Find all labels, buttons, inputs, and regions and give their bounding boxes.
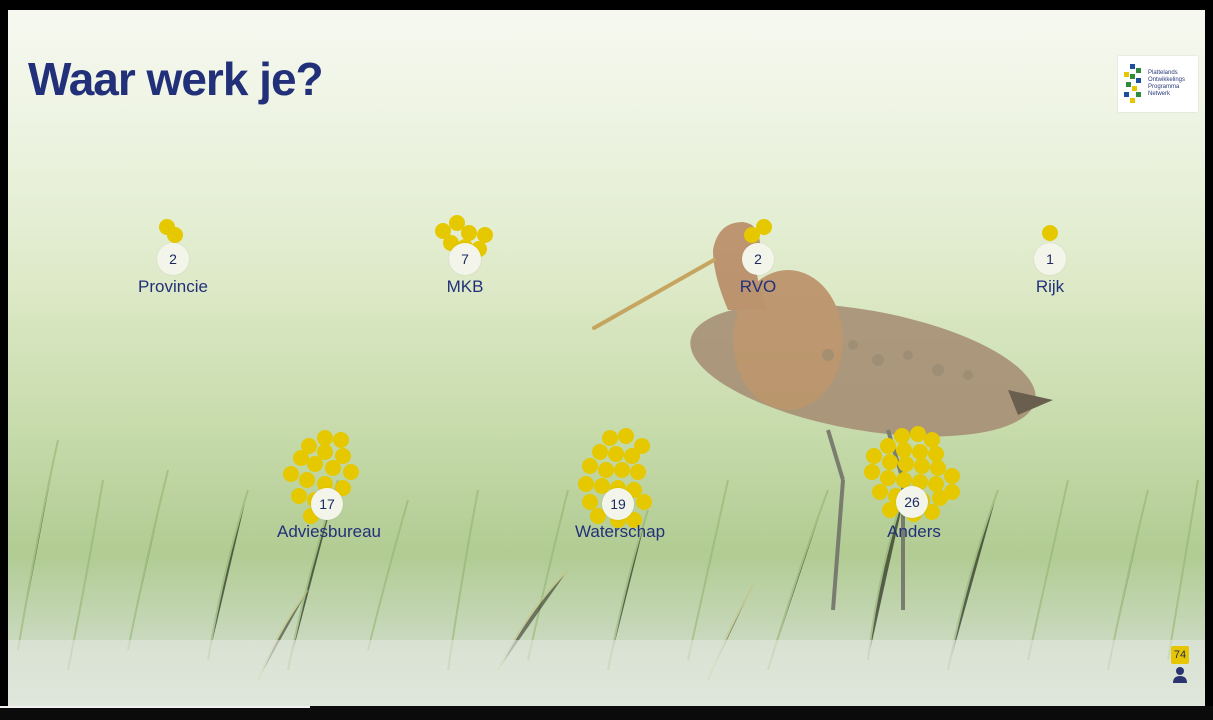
group-waterschap: 19 Waterschap	[532, 428, 692, 568]
participant-count-badge: 74	[1171, 646, 1189, 664]
person-icon	[1173, 667, 1187, 683]
progress-bar[interactable]	[0, 706, 310, 708]
dot	[882, 454, 898, 470]
dot	[624, 448, 640, 464]
dot	[299, 472, 315, 488]
dot	[598, 462, 614, 478]
group-anders: 26 Anders	[824, 426, 984, 568]
group-rijk: 1 Rijk	[970, 215, 1130, 355]
dot	[333, 432, 349, 448]
dot	[866, 448, 882, 464]
dot	[630, 464, 646, 480]
dot	[283, 466, 299, 482]
slide: Waar werk je? Plattelands Ontwikkelings …	[8, 10, 1205, 706]
count-badge: 7	[449, 243, 481, 275]
count-badge: 19	[602, 488, 634, 520]
dot	[592, 444, 608, 460]
dot	[914, 458, 930, 474]
dot	[636, 494, 652, 510]
dot	[578, 476, 594, 492]
dot	[744, 227, 760, 243]
dot	[291, 488, 307, 504]
logo-mark-icon	[1124, 64, 1141, 103]
group-label: Provincie	[138, 277, 208, 296]
video-bottom-bar	[0, 706, 1213, 720]
page-title: Waar werk je?	[28, 53, 324, 105]
dot	[614, 462, 630, 478]
dot	[880, 438, 896, 454]
count-badge: 17	[311, 488, 343, 520]
dot	[944, 468, 960, 484]
dot	[608, 446, 624, 462]
dot	[618, 428, 634, 444]
dot	[602, 430, 618, 446]
group-label: MKB	[446, 277, 484, 296]
dot	[325, 460, 341, 476]
group-label: Waterschap	[574, 522, 666, 541]
background-photo	[8, 10, 1205, 706]
group-label: RVO	[739, 277, 777, 296]
dot	[167, 227, 183, 243]
group-label: Anders	[887, 522, 941, 541]
dot	[864, 464, 880, 480]
dot	[1042, 225, 1058, 241]
group-label: Adviesbureau	[277, 522, 381, 541]
dot	[307, 456, 323, 472]
count-badge: 2	[742, 243, 774, 275]
dot	[898, 456, 914, 472]
group-mkb: 7 MKB	[385, 215, 545, 355]
group-adviesbureau: 17 Adviesbureau	[237, 428, 397, 568]
count-badge: 26	[896, 486, 928, 518]
count-badge: 2	[157, 243, 189, 275]
group-rvo: 2 RVO	[678, 215, 838, 355]
group-provincie: 2 Provincie	[93, 215, 253, 355]
dot	[582, 458, 598, 474]
group-label: Rijk	[1035, 277, 1065, 296]
logo: Plattelands Ontwikkelings Programma Netw…	[1118, 56, 1198, 112]
count-badge: 1	[1034, 243, 1066, 275]
dot	[343, 464, 359, 480]
dot	[872, 484, 888, 500]
logo-text: Plattelands Ontwikkelings Programma Netw…	[1148, 70, 1186, 97]
